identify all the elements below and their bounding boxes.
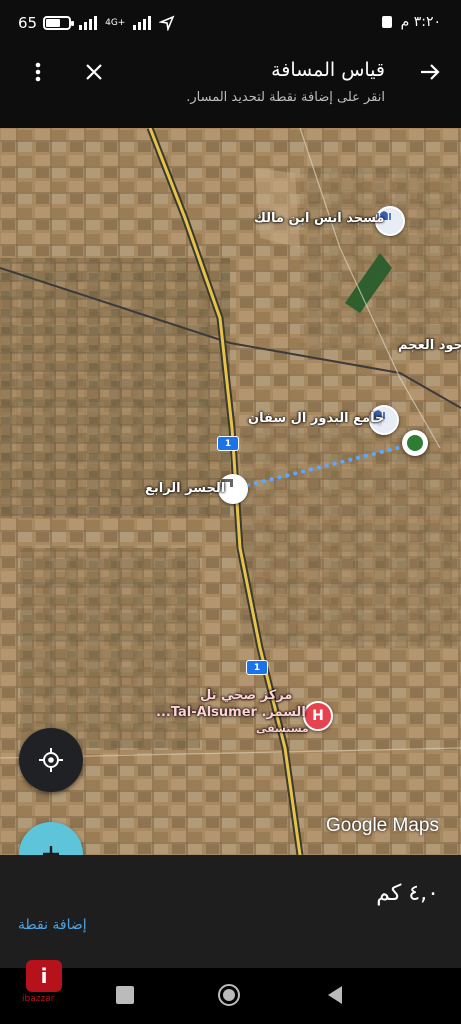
- brand-logo: i: [26, 960, 62, 992]
- system-nav-bar: [0, 968, 461, 1024]
- add-point-link[interactable]: إضافة نقطة: [18, 917, 87, 933]
- page-title: قياس المسافة: [271, 59, 385, 81]
- brand-caption: ibazzar: [22, 994, 55, 1004]
- label-bridge-4[interactable]: الجسر الرابع: [145, 481, 225, 496]
- arrow-forward-icon[interactable]: [415, 58, 445, 86]
- close-icon[interactable]: [80, 58, 108, 86]
- battery-icon: [43, 16, 75, 30]
- page-subtitle: انقر على إضافة نقطة لتحديد المسار.: [186, 90, 385, 105]
- label-mosque-anas[interactable]: مسجد انس ابن مالك: [254, 211, 384, 226]
- my-location-button[interactable]: [19, 728, 83, 792]
- location-arrow-icon: [159, 15, 175, 31]
- clock: ٣:٢٠ م: [400, 14, 441, 30]
- label-jood-alajam[interactable]: جود العجم: [398, 338, 461, 353]
- notification-icon: [381, 16, 392, 28]
- road-shield-1: 1: [217, 436, 239, 451]
- home-icon[interactable]: [216, 982, 242, 1012]
- status-bar: 65 4G+ ٣:٢٠ م: [0, 0, 461, 50]
- more-vert-icon[interactable]: [24, 60, 52, 84]
- network-type: 4G+: [105, 18, 126, 28]
- signal-icon: [79, 16, 98, 30]
- measure-panel: ٤,٠ كم إضافة نقطة: [0, 855, 461, 968]
- road-shield-2: 1: [246, 660, 268, 675]
- recents-icon[interactable]: [116, 986, 134, 1004]
- status-right: ٣:٢٠ م: [381, 14, 441, 30]
- total-distance: ٤,٠ كم: [376, 881, 439, 906]
- status-left: 65 4G+: [18, 14, 175, 32]
- my-location-icon: [39, 748, 63, 772]
- label-health-center-line3: مستشفى: [256, 722, 309, 735]
- signal-icon-2: [133, 16, 152, 30]
- battery-indicator: 65: [18, 14, 75, 32]
- battery-percent: 65: [18, 14, 38, 32]
- back-icon[interactable]: [326, 985, 344, 1009]
- google-maps-watermark: Google Maps: [325, 815, 439, 836]
- label-mosque-badour[interactable]: جامع البدور ال سفان: [248, 411, 384, 426]
- app-bar: قياس المسافة انقر على إضافة نقطة لتحديد …: [0, 50, 461, 128]
- route-endpoint-marker[interactable]: [402, 430, 428, 456]
- label-health-center-line2[interactable]: السمر. Tal-Alsumer...: [156, 705, 306, 720]
- label-health-center-line1[interactable]: مركز صحي تل: [200, 688, 292, 703]
